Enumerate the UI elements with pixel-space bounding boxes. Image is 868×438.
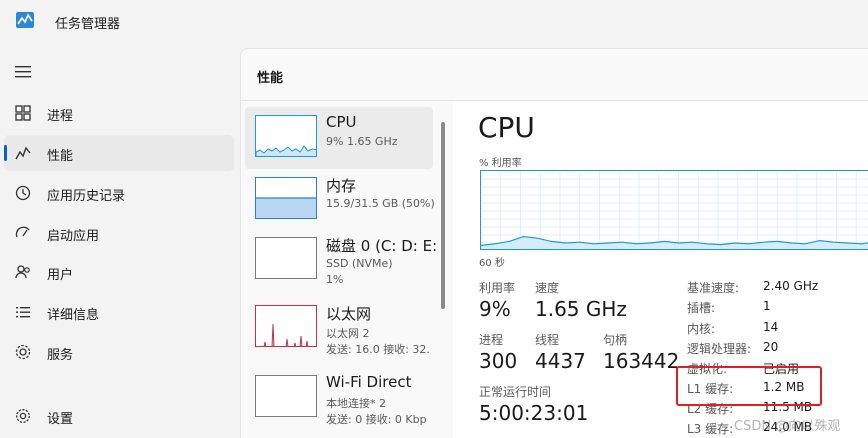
users-icon bbox=[15, 265, 30, 279]
spec-label: 基准速度: bbox=[687, 281, 740, 295]
spec-label: L3 缓存: bbox=[687, 422, 734, 436]
nav-label: 性能 bbox=[47, 149, 74, 164]
device-name: Wi-Fi Direct bbox=[326, 373, 412, 391]
spec-value: 14 bbox=[763, 320, 779, 334]
wifi-direct-thumbnail bbox=[255, 375, 317, 417]
nav-item-performance[interactable]: 性能 bbox=[4, 135, 234, 171]
handles-value: 163442 bbox=[603, 349, 680, 373]
graph-label: % 利用率 bbox=[479, 158, 522, 169]
nav-item-services[interactable]: 服务 bbox=[4, 334, 234, 370]
device-item-cpu[interactable]: CPU 9% 1.65 GHz bbox=[245, 107, 433, 169]
spec-label: 内核: bbox=[687, 322, 716, 336]
nav-label: 设置 bbox=[47, 412, 74, 427]
spec-value: 20 bbox=[763, 340, 779, 354]
spec-value: 2.40 GHz bbox=[763, 279, 819, 293]
details-icon bbox=[16, 307, 30, 318]
uptime-label: 正常运行时间 bbox=[479, 385, 552, 399]
nav-label: 服务 bbox=[47, 348, 74, 363]
device-stat: 发送: 16.0 接收: 32. bbox=[326, 343, 430, 356]
graph-time-label: 60 秒 bbox=[479, 258, 505, 269]
threads-value: 4437 bbox=[535, 349, 586, 373]
nav-label: 详细信息 bbox=[47, 308, 100, 323]
threads-label: 线程 bbox=[535, 333, 560, 347]
device-stat: 发送: 0 接收: 0 Kbp bbox=[326, 413, 427, 426]
performance-icon bbox=[15, 146, 31, 160]
device-stat: SSD (NVMe) bbox=[326, 257, 393, 270]
device-item-wifi-direct[interactable]: Wi-Fi Direct 本地连接* 2 发送: 0 接收: 0 Kbp bbox=[245, 367, 433, 429]
cpu-thumbnail bbox=[255, 115, 317, 157]
history-icon bbox=[15, 185, 31, 201]
disk-thumbnail bbox=[255, 237, 317, 279]
highlight-box bbox=[676, 366, 822, 406]
utilization-value: 9% bbox=[479, 297, 511, 321]
nav-item-app-history[interactable]: 应用历史记录 bbox=[4, 175, 234, 211]
cpu-utilization-graph bbox=[480, 170, 868, 250]
nav-item-details[interactable]: 详细信息 bbox=[4, 294, 234, 330]
speed-value: 1.65 GHz bbox=[535, 297, 627, 321]
spec-value: 1 bbox=[763, 299, 771, 313]
gear-icon bbox=[16, 409, 30, 423]
nav-label: 应用历史记录 bbox=[47, 189, 126, 204]
device-name: 磁盘 0 (C: D: E: bbox=[326, 237, 438, 255]
device-stat: 以太网 2 bbox=[326, 327, 370, 340]
detail-title: CPU bbox=[478, 111, 535, 144]
cpu-graph-svg bbox=[481, 171, 868, 249]
nav-label: 用户 bbox=[47, 268, 74, 283]
page-title: 性能 bbox=[257, 71, 284, 86]
utilization-label: 利用率 bbox=[479, 281, 516, 295]
ethernet-thumbnail bbox=[255, 305, 317, 347]
hamburger-menu-icon[interactable] bbox=[14, 64, 34, 80]
uptime-value: 5:00:23:01 bbox=[479, 401, 589, 425]
device-stat: 9% 1.65 GHz bbox=[326, 135, 398, 148]
handles-label: 句柄 bbox=[603, 333, 628, 347]
device-item-disk[interactable]: 磁盘 0 (C: D: E: SSD (NVMe) 1% bbox=[245, 229, 437, 291]
device-stat: 15.9/31.5 GB (50%) bbox=[326, 197, 435, 210]
spec-label: 插槽: bbox=[687, 301, 716, 315]
processes-label: 进程 bbox=[479, 333, 504, 347]
nav-item-startup[interactable]: 启动应用 bbox=[4, 215, 234, 251]
spec-label: 逻辑处理器: bbox=[687, 342, 752, 356]
device-stat: 1% bbox=[326, 273, 344, 286]
watermark: CSDN @向以殊观 bbox=[734, 419, 841, 434]
nav-item-settings[interactable]: 设置 bbox=[4, 398, 234, 434]
grid-icon bbox=[15, 105, 31, 121]
cpu-detail-pane: CPU % 利用率 60 秒 利用率 速度 9% 1.65 GHz 进程 线程 … bbox=[453, 101, 868, 438]
device-name: CPU bbox=[326, 113, 357, 131]
device-list: CPU 9% 1.65 GHz 内存 15.9/31.5 GB (50%) 磁盘… bbox=[245, 107, 443, 438]
nav-label: 进程 bbox=[47, 109, 74, 124]
device-list-scrollbar[interactable] bbox=[441, 122, 445, 309]
device-item-ethernet[interactable]: 以太网 以太网 2 发送: 16.0 接收: 32. bbox=[245, 297, 433, 359]
nav-item-processes[interactable]: 进程 bbox=[4, 95, 234, 131]
window-title: 任务管理器 bbox=[55, 17, 121, 32]
startup-icon bbox=[15, 226, 30, 238]
device-name: 以太网 bbox=[326, 305, 372, 323]
memory-thumbnail bbox=[255, 177, 317, 219]
speed-label: 速度 bbox=[535, 281, 560, 295]
task-manager-icon bbox=[16, 12, 34, 28]
device-name: 内存 bbox=[326, 177, 357, 195]
services-icon bbox=[15, 344, 31, 360]
device-item-memory[interactable]: 内存 15.9/31.5 GB (50%) bbox=[245, 169, 435, 231]
nav-label: 启动应用 bbox=[47, 229, 100, 244]
content-panel: 性能 CPU 9% 1.65 GHz 内存 15.9/31.5 GB (50%) bbox=[240, 48, 868, 438]
active-indicator bbox=[4, 145, 7, 161]
nav-item-users[interactable]: 用户 bbox=[4, 254, 234, 290]
title-bar: 任务管理器 bbox=[0, 0, 868, 44]
processes-value: 300 bbox=[479, 349, 518, 373]
device-stat: 本地连接* 2 bbox=[326, 397, 386, 410]
